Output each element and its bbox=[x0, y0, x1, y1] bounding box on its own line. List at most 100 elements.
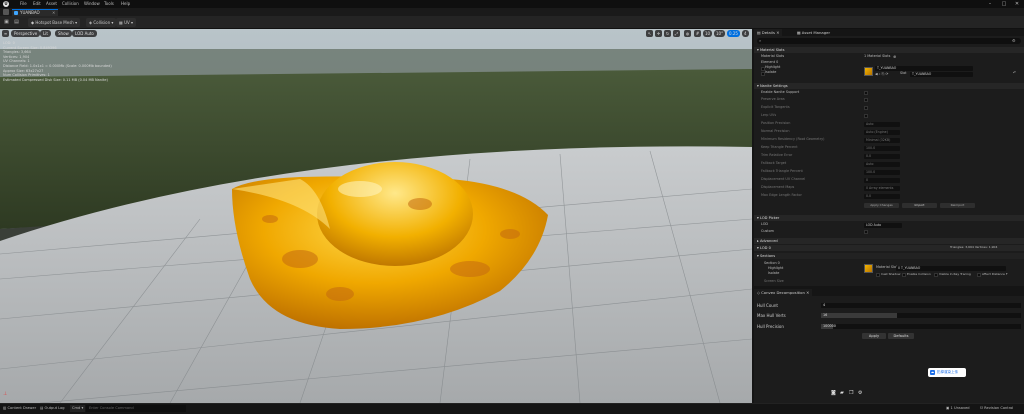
video-icon[interactable]: ▰ bbox=[840, 390, 844, 396]
camera-speed-value[interactable]: 4 bbox=[742, 30, 749, 37]
nanite-row-value[interactable]: 100.0 bbox=[864, 145, 900, 151]
menu-edit[interactable]: Edit bbox=[33, 1, 41, 7]
unsaved-button[interactable]: ▣ 1 Unsaved bbox=[946, 405, 970, 412]
search-icon: ⌕ bbox=[759, 38, 762, 43]
revision-control-button[interactable]: ⛁ Revision Control bbox=[980, 405, 1013, 412]
content-drawer-button[interactable]: ▥ Content Drawer bbox=[3, 405, 36, 412]
world-local-icon[interactable]: ◍ bbox=[684, 30, 691, 37]
axis-gizmo-icon: ⊥ bbox=[3, 391, 8, 397]
cast-shadow-checkbox[interactable] bbox=[876, 273, 880, 277]
perspective-button[interactable]: Perspective bbox=[11, 30, 41, 37]
gear-icon[interactable]: ⚙ bbox=[858, 390, 862, 396]
save-icon[interactable]: ▣ bbox=[3, 19, 10, 26]
nanite-row-value[interactable]: 0.0 bbox=[864, 153, 900, 159]
camera-icon[interactable]: ◙ bbox=[831, 390, 836, 396]
menu-file[interactable]: File bbox=[20, 1, 27, 7]
nanite-row-value[interactable]: Auto (Engine) bbox=[864, 129, 900, 135]
isolate-checkbox[interactable] bbox=[761, 71, 765, 76]
preview-mesh-button[interactable]: ◆ Hotspot Base Mesh ▾ bbox=[28, 18, 81, 27]
max-hull-verts-slider[interactable]: 16 bbox=[821, 313, 1021, 318]
material-picker[interactable]: T_YUANBAO bbox=[875, 66, 973, 71]
browse-icon[interactable]: ▤ bbox=[13, 19, 20, 26]
visible-ray-tracing-label: Visible In Ray Tracing bbox=[939, 272, 971, 276]
nanite-row-checkbox[interactable] bbox=[864, 114, 868, 118]
tab-close-icon[interactable]: ✕ bbox=[776, 30, 779, 35]
section-nanite-settings[interactable]: ▾ Nanite Settings bbox=[754, 83, 1024, 89]
section-lod-picker[interactable]: ▾ LOD Picker bbox=[754, 215, 1024, 221]
tab-details[interactable]: ▤ Details ✕ bbox=[754, 29, 783, 36]
section-material-thumbnail[interactable] bbox=[864, 264, 873, 273]
affect-distance-checkbox[interactable] bbox=[977, 273, 981, 277]
unsaved-label: 1 Unsaved bbox=[950, 406, 970, 410]
maximize-icon[interactable]: □ bbox=[998, 0, 1010, 8]
section-material-dropdown[interactable]: 0 T_YUANBAO bbox=[896, 266, 1006, 271]
cmd-dropdown[interactable]: Cmd ▾ bbox=[70, 405, 86, 412]
hull-count-input[interactable]: 4 bbox=[821, 303, 1021, 308]
tab-close-icon[interactable]: ✕ bbox=[806, 290, 809, 295]
output-log-button[interactable]: ▤ Output Log bbox=[40, 405, 65, 412]
section-advanced[interactable]: ▸ Advanced bbox=[754, 238, 1024, 244]
viewport[interactable]: ≡ Perspective Lit Show LOD Auto ↖ ✛ ↻ ⤢ … bbox=[0, 29, 752, 403]
rotation-snap-value[interactable]: 10° bbox=[714, 30, 726, 37]
section-title: LOD Picker bbox=[759, 216, 780, 220]
nanite-import-button[interactable]: Import bbox=[902, 203, 937, 208]
section-sections[interactable]: ▾ Sections bbox=[754, 253, 1024, 259]
grid-snap-icon[interactable]: # bbox=[694, 30, 701, 37]
menu-window[interactable]: Window bbox=[84, 1, 100, 7]
rotate-icon[interactable]: ↻ bbox=[664, 30, 671, 37]
chevron-down-icon: ▾ bbox=[111, 20, 114, 25]
visible-ray-tracing-checkbox[interactable] bbox=[934, 273, 938, 277]
nanite-row-value[interactable]: 0.0 bbox=[864, 193, 900, 199]
menu-help[interactable]: Help bbox=[121, 1, 130, 7]
copy-icon[interactable]: ❐ bbox=[849, 390, 853, 396]
grid-snap-value[interactable]: 10 bbox=[703, 30, 713, 37]
nanite-reimport-button[interactable]: Reimport bbox=[940, 203, 975, 208]
nanite-row-value[interactable]: 0 bbox=[864, 177, 900, 183]
menu-collision[interactable]: Collision bbox=[62, 1, 79, 7]
scale-icon[interactable]: ⤢ bbox=[673, 30, 680, 37]
console-command-input[interactable]: Enter Console Command bbox=[86, 405, 186, 412]
uv-button[interactable]: ▦ UV ▾ bbox=[116, 18, 137, 27]
enable-nanite-checkbox[interactable] bbox=[864, 91, 868, 95]
nanite-row-label: Fallback Target bbox=[761, 161, 787, 165]
nanite-apply-changes-button[interactable]: Apply Changes bbox=[864, 203, 899, 208]
select-mode-icon[interactable]: ↖ bbox=[646, 30, 653, 37]
tab-convex-decomposition[interactable]: ◇ Convex Decomposition ✕ bbox=[754, 289, 813, 296]
nanite-row-checkbox[interactable] bbox=[864, 106, 868, 110]
lit-button[interactable]: Lit bbox=[40, 30, 51, 37]
hull-precision-slider[interactable]: 100000 bbox=[821, 324, 1021, 329]
reset-arrow-icon[interactable]: ↶ bbox=[1013, 70, 1016, 75]
collision-button[interactable]: ◈ Collision ▾ bbox=[86, 18, 117, 27]
nanite-row-value[interactable]: Auto bbox=[864, 161, 900, 167]
minimize-icon[interactable]: – bbox=[984, 0, 996, 8]
hamburger-menu-icon[interactable]: ≡ bbox=[2, 30, 9, 37]
section-material-slots[interactable]: ▾ Material Slots bbox=[754, 47, 1024, 53]
nanite-row-value[interactable]: 100.0 bbox=[864, 169, 900, 175]
add-icon[interactable]: ⊕ bbox=[893, 54, 896, 59]
apply-button[interactable]: Apply bbox=[862, 333, 886, 339]
slot-name-input[interactable]: T_YUANBAO bbox=[910, 72, 973, 77]
enable-collision-checkbox[interactable] bbox=[902, 273, 906, 277]
translate-icon[interactable]: ✛ bbox=[655, 30, 662, 37]
tab-asset-manager[interactable]: ▦ Asset Manager bbox=[794, 29, 833, 36]
asset-tools-icons[interactable]: ◀ ⌕ ⎘ ⟳ bbox=[875, 72, 888, 76]
nanite-row-checkbox[interactable] bbox=[864, 98, 868, 102]
tab-yuanbao[interactable]: YUANBAO ✕ bbox=[12, 9, 58, 16]
scale-snap-value[interactable]: 0.25 bbox=[727, 30, 740, 37]
lod-dropdown[interactable]: LOD Auto bbox=[864, 223, 902, 228]
material-thumbnail[interactable] bbox=[864, 67, 873, 76]
lod-button[interactable]: LOD Auto bbox=[72, 30, 97, 37]
section-title: Nanite Settings bbox=[759, 84, 788, 88]
settings-gear-icon[interactable]: ⚙ bbox=[1012, 38, 1016, 43]
close-icon[interactable]: ✕ bbox=[1011, 0, 1023, 8]
menu-tools[interactable]: Tools bbox=[104, 1, 114, 7]
show-button[interactable]: Show bbox=[55, 30, 72, 37]
menu-asset[interactable]: Asset bbox=[46, 1, 57, 7]
nanite-row-value[interactable]: Auto bbox=[864, 121, 900, 127]
custom-checkbox[interactable] bbox=[864, 230, 868, 234]
cloud-upload-button[interactable]: ☁ 扔掉渲染上传 bbox=[928, 368, 966, 377]
nanite-row-value[interactable]: 0 Array elements bbox=[864, 185, 900, 191]
defaults-button[interactable]: Defaults bbox=[888, 333, 914, 339]
nanite-row-value[interactable]: Minimal (32KB) bbox=[864, 137, 900, 143]
details-search-input[interactable]: ⌕ bbox=[757, 38, 1021, 44]
